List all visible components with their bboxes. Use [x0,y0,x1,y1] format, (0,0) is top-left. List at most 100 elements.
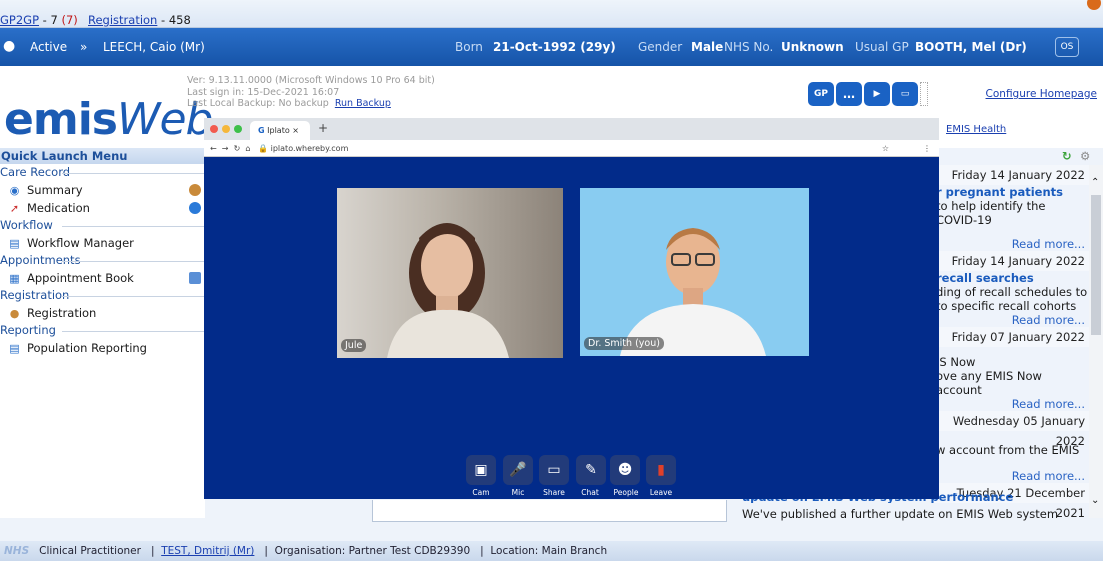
medication-icon: ➚ [9,202,20,215]
video-call-window: G Iplato × + ← → ↻ ⌂ 🔒 iplato.whereby.co… [204,118,939,499]
microphone-icon[interactable]: 🎤 [503,455,533,485]
usual-gp-value: BOOTH, Mel (Dr) [915,40,1027,54]
patient-banner: ● Active » LEECH, Caio (Mr) Born 21-Oct-… [0,28,1103,66]
patient-name: LEECH, Caio (Mr) [103,40,205,54]
user-role: Clinical Practitioner [39,545,141,557]
configure-homepage-link[interactable]: Configure Homepage [986,88,1097,100]
scroll-up-icon[interactable]: ⌃ [1091,177,1099,188]
nav-back-icon[interactable]: ← [210,144,217,153]
registration-link[interactable]: Registration [88,13,157,27]
leave-label: Leave [649,488,673,497]
video-camera-icon[interactable]: ▶ [864,82,890,106]
news-date: Friday 07 January 2022 [934,327,1089,347]
camera-icon[interactable]: ▣ [466,455,496,485]
ql-item-medication[interactable]: ➚ Medication [0,199,205,217]
nav-forward-icon[interactable]: → [222,144,229,153]
participant-name: Jule [341,339,367,352]
browser-tabbar: G Iplato × + [204,118,939,140]
bookmark-star-icon[interactable]: ☆ [882,140,889,157]
close-window-icon[interactable] [210,125,218,133]
patient-status[interactable]: Active [30,40,67,54]
participant-tile: Jule [337,188,563,358]
ql-item-population-reporting[interactable]: ▤ Population Reporting [0,339,205,357]
settings-icon[interactable]: ⚙ [1080,149,1090,163]
scroll-down-icon[interactable]: ⌄ [1091,495,1099,506]
tab-favicon: G [258,126,265,135]
news-scrollbar[interactable]: ⌃ ⌄ [1089,165,1103,518]
new-tab-icon[interactable]: + [318,121,328,135]
gp2gp-link[interactable]: GP2GP [0,13,39,27]
run-backup-link[interactable]: Run Backup [335,98,391,109]
news-date: Friday 14 January 2022 [934,165,1089,185]
participant-name: Dr. Smith (you) [584,337,664,350]
ql-item-workflow-manager[interactable]: ▤ Workflow Manager [0,234,205,252]
ql-item-appointment-book[interactable]: ▦ Appointment Book [0,269,205,287]
born-label: Born [455,40,483,54]
quick-launch-menu: Quick Launch Menu Care Record ◉ Summary ➚… [0,148,205,518]
read-more-link[interactable]: Read more... [934,397,1089,411]
patient-status-icon: ● [3,38,16,54]
nhs-value: Unknown [781,40,844,54]
gender-label: Gender [638,40,683,54]
read-more-link[interactable]: Read more... [934,469,1089,483]
emis-health-link[interactable]: EMIS Health [946,124,1006,135]
status-bar: NHS Clinical Practitioner | TEST, Dmitri… [0,541,1103,561]
nhs-logo: NHS [4,545,30,557]
news-headline[interactable]: recall searches [934,271,1089,285]
emis-web-logo: emisWeb [4,94,213,145]
scroll-thumb[interactable] [1091,195,1101,335]
self-video [620,228,766,356]
appointment-add-icon[interactable] [189,272,201,284]
participant-video [387,223,509,358]
screen-share-icon[interactable]: ▭ [539,455,569,485]
workflow-icon: ▤ [9,237,20,250]
organisation: Organisation: Partner Test CDB29390 [274,545,471,557]
gp2gp-summary: GP2GP - 7 (7) [0,13,78,27]
version-info: Ver: 9.13.11.0000 (Microsoft Windows 10 … [187,75,435,109]
top-strip: GP2GP - 7 (7) Registration - 458 [0,0,1103,28]
read-more-link[interactable]: Read more... [934,237,1089,251]
group-registration: Registration [0,287,205,304]
gp-connect-icon[interactable]: GP [808,82,834,106]
middle-panel [372,500,727,522]
news-panel: ↻ ⚙ Friday 14 January 2022 r pregnant pa… [934,148,1091,520]
news-headline[interactable]: r pregnant patients [934,185,1089,199]
refresh-icon[interactable]: ↻ [1062,149,1072,163]
ql-item-summary[interactable]: ◉ Summary [0,181,205,199]
registration-summary: Registration - 458 [88,13,191,27]
people-label: People [613,488,639,497]
chat-icon[interactable]: ✎ [576,455,606,485]
chat-label: Chat [581,488,599,497]
os-button[interactable]: OS [1055,37,1079,57]
mic-label: Mic [511,488,525,497]
gender-value: Male [691,40,724,54]
location: Location: Main Branch [490,545,608,557]
group-appointments: Appointments [0,252,205,269]
usual-gp-label: Usual GP [855,40,909,54]
chat-bubble-icon[interactable]: … [836,82,862,106]
ql-item-registration[interactable]: ● Registration [0,304,205,322]
leave-icon[interactable]: ▮ [646,455,676,485]
browser-tab[interactable]: G Iplato × [250,121,310,140]
news-date: Wednesday 05 January 2022 [934,411,1089,448]
people-icon[interactable] [189,184,201,196]
people-icon[interactable]: ☻ [610,455,640,485]
summary-icon: ◉ [9,184,20,197]
address-bar[interactable]: ← → ↻ ⌂ 🔒 iplato.whereby.com ☆ ⋮ [204,140,939,157]
maximize-window-icon[interactable] [234,125,242,133]
participant-tile-self: Dr. Smith (you) [580,188,809,356]
user-link[interactable]: TEST, Dmitrij (Mr) [161,545,254,557]
group-reporting: Reporting [0,322,205,339]
toolbar-grip[interactable] [920,82,928,106]
home-icon[interactable]: ⌂ [245,144,250,153]
minimize-window-icon[interactable] [222,125,230,133]
read-more-link[interactable]: Read more... [934,313,1089,327]
report-icon: ▤ [9,342,20,355]
collapse-chevron-icon[interactable]: » [80,40,87,54]
inbox-icon[interactable]: ▭ [892,82,918,106]
info-icon[interactable] [189,202,201,214]
reload-icon[interactable]: ↻ [234,144,241,153]
lock-icon: 🔒 [258,144,269,153]
registration-icon: ● [9,307,20,320]
browser-menu-icon[interactable]: ⋮ [923,140,931,157]
